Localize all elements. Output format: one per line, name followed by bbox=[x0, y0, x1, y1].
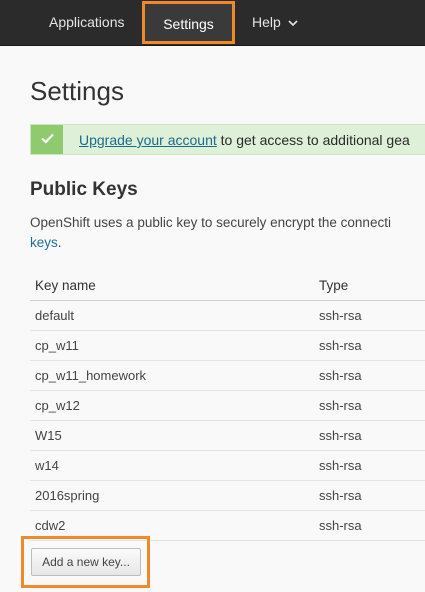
key-name-cell: W15 bbox=[30, 420, 314, 451]
page-title: Settings bbox=[30, 76, 124, 106]
key-name-cell: cp_w11_homework bbox=[30, 360, 314, 391]
key-type-cell: ssh-rsa bbox=[314, 510, 425, 541]
key-type-cell: ssh-rsa bbox=[314, 300, 425, 331]
description-text: OpenShift uses a public key to securely … bbox=[30, 215, 391, 230]
add-new-key-button[interactable]: Add a new key... bbox=[31, 548, 141, 576]
key-type-cell: ssh-rsa bbox=[314, 420, 425, 451]
key-name-cell: w14 bbox=[30, 450, 314, 481]
table-row: cp_w11_homework ssh-rsa bbox=[30, 360, 425, 391]
column-header-key-name: Key name bbox=[30, 271, 314, 301]
nav-applications[interactable]: Applications bbox=[49, 0, 125, 45]
table-row: default ssh-rsa bbox=[30, 300, 425, 331]
key-name-cell: default bbox=[30, 300, 314, 331]
key-type-cell: ssh-rsa bbox=[314, 480, 425, 511]
top-navbar: Applications Settings Help bbox=[0, 0, 425, 46]
upgrade-account-link[interactable]: Upgrade your account bbox=[79, 132, 217, 148]
table-row: w14 ssh-rsa bbox=[30, 450, 425, 481]
table-row: cp_w11 ssh-rsa bbox=[30, 330, 425, 361]
keys-link[interactable]: keys bbox=[30, 235, 58, 250]
table-row: cp_w12 ssh-rsa bbox=[30, 390, 425, 421]
nav-help[interactable]: Help bbox=[252, 0, 298, 45]
nav-settings[interactable]: Settings bbox=[142, 1, 235, 44]
description-period: . bbox=[57, 235, 62, 250]
table-header-row: Key name Type bbox=[30, 271, 425, 301]
alert-message-text: to get access to additional gea bbox=[216, 132, 410, 148]
public-keys-table: Key name Type default ssh-rsa cp_w11 ssh… bbox=[30, 271, 425, 541]
main-content: Settings Upgrade your account to get acc… bbox=[0, 46, 425, 592]
add-key-highlight: Add a new key... bbox=[21, 536, 150, 588]
key-type-cell: ssh-rsa bbox=[314, 330, 425, 361]
key-name-cell: cp_w11 bbox=[30, 330, 314, 361]
table-row: W15 ssh-rsa bbox=[30, 420, 425, 451]
key-type-cell: ssh-rsa bbox=[314, 390, 425, 421]
key-name-cell: cp_w12 bbox=[30, 390, 314, 421]
column-header-type: Type bbox=[314, 271, 425, 301]
public-keys-heading: Public Keys bbox=[30, 179, 138, 200]
nav-help-label: Help bbox=[252, 14, 281, 30]
chevron-down-icon bbox=[288, 18, 298, 28]
alert-message: Upgrade your account to get access to ad… bbox=[79, 132, 410, 148]
check-icon bbox=[31, 125, 63, 154]
upgrade-alert: Upgrade your account to get access to ad… bbox=[30, 124, 425, 155]
key-name-cell: 2016spring bbox=[30, 480, 314, 511]
table-row: 2016spring ssh-rsa bbox=[30, 480, 425, 511]
key-type-cell: ssh-rsa bbox=[314, 360, 425, 391]
key-type-cell: ssh-rsa bbox=[314, 450, 425, 481]
public-keys-description: OpenShift uses a public key to securely … bbox=[30, 213, 425, 253]
